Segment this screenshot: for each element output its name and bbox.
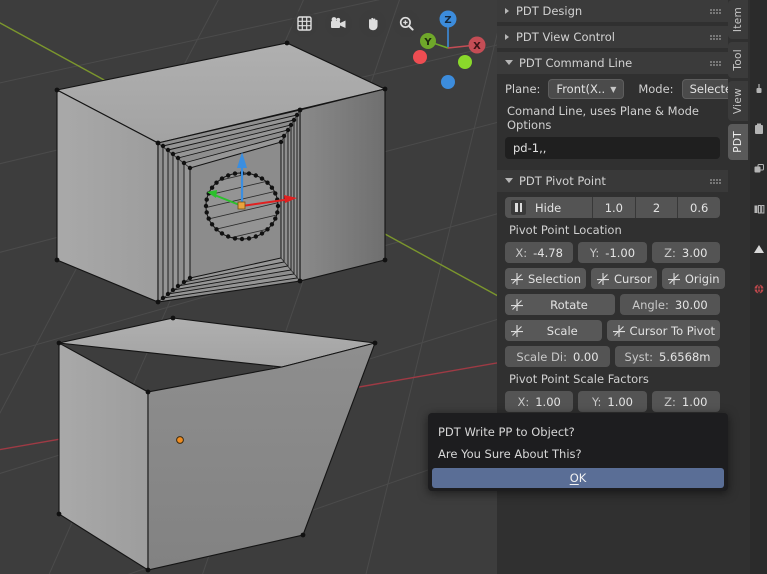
pause-icon xyxy=(511,200,526,215)
mesh-object-upper xyxy=(55,41,388,305)
pivot-loc-z-field[interactable]: Z: 3.00 xyxy=(652,242,720,263)
plane-dropdown[interactable]: Front(X.. ▼ xyxy=(548,79,624,99)
pivot-to-origin-button[interactable]: Origin xyxy=(662,268,725,289)
panel-pdt-view-control[interactable]: PDT View Control xyxy=(497,26,728,48)
nav-axis-neg-y xyxy=(458,55,472,69)
mode-label: Mode: xyxy=(638,82,673,96)
chevron-down-icon xyxy=(505,178,513,186)
sidebar-tab-tool[interactable]: Tool xyxy=(728,42,748,78)
sidebar-tab-item[interactable]: Item xyxy=(728,0,748,39)
ok-accel-letter: O xyxy=(570,471,579,485)
move-view-icon[interactable] xyxy=(359,10,386,37)
system-distance-field[interactable]: Syst: 5.6568m xyxy=(615,346,720,367)
pivot-crosshair-icon xyxy=(596,272,610,286)
pivot-hide-label: Hide xyxy=(535,201,561,215)
scale-distance-field[interactable]: Scale Di: 0.00 xyxy=(505,346,610,367)
navigation-gizmo[interactable]: Z Y X xyxy=(402,2,494,98)
sidebar-tab-pdt[interactable]: PDT xyxy=(728,124,748,160)
pivot-crosshair-icon xyxy=(612,324,626,338)
chevron-right-icon xyxy=(505,8,509,14)
pivot-scale-y-field[interactable]: Y: 1.00 xyxy=(578,391,646,412)
panel-title: PDT Command Line xyxy=(519,56,632,70)
command-line-value: pd-1,, xyxy=(513,141,546,155)
panel-grip-icon[interactable] xyxy=(710,35,721,40)
panel-pdt-pivot-point[interactable]: PDT Pivot Point xyxy=(497,170,728,192)
pivot-crosshair-icon xyxy=(510,272,524,286)
chevron-down-icon xyxy=(505,60,513,68)
pivot-scale-x-field[interactable]: X: 1.00 xyxy=(505,391,573,412)
pivot-width-field[interactable]: 2 xyxy=(636,197,679,218)
plane-label: Plane: xyxy=(505,82,540,96)
toggle-grid-icon[interactable] xyxy=(291,10,318,37)
nav-axis-neg-x xyxy=(413,50,427,64)
scene-icon[interactable] xyxy=(750,236,767,262)
mode-dropdown[interactable]: Selected ▼ xyxy=(682,79,728,99)
ok-rest-letter: K xyxy=(579,471,587,485)
nav-axis-y-label: Y xyxy=(423,37,432,48)
pivot-size-field[interactable]: 1.0 xyxy=(593,197,636,218)
mode-value: Selected xyxy=(690,82,728,96)
pivot-scale-factors-label: Pivot Point Scale Factors xyxy=(509,372,720,386)
sidebar-tab-strip[interactable]: Item Tool View PDT xyxy=(728,0,750,574)
dialog-title: PDT Write PP to Object? xyxy=(428,419,728,441)
plane-value: Front(X.. xyxy=(556,82,605,96)
command-line-input[interactable]: pd-1,, xyxy=(505,137,720,159)
panel-title: PDT Pivot Point xyxy=(519,174,606,188)
pivot-crosshair-icon xyxy=(510,324,524,338)
pivot-alpha-field[interactable]: 0.6 xyxy=(678,197,720,218)
pivot-angle-field[interactable]: Angle: 30.00 xyxy=(620,294,720,315)
pivot-hide-checkbox[interactable]: Hide xyxy=(505,197,593,218)
view-layer-icon[interactable] xyxy=(750,196,767,222)
pivot-scale-button[interactable]: Scale xyxy=(505,320,602,341)
chevron-right-icon xyxy=(505,34,509,40)
camera-view-icon[interactable] xyxy=(325,10,352,37)
viewport-gizmo-buttons[interactable] xyxy=(291,10,420,37)
command-line-body: Plane: Front(X.. ▼ Mode: Selected ▼ Coma… xyxy=(497,74,728,168)
render-icon[interactable] xyxy=(750,116,767,142)
pivot-loc-y-field[interactable]: Y: -1.00 xyxy=(578,242,646,263)
blender-window: Z Y X PDT Design PDT View Contro xyxy=(0,0,767,574)
confirm-dialog: PDT Write PP to Object? Are You Sure Abo… xyxy=(428,413,728,491)
panel-grip-icon[interactable] xyxy=(710,9,721,14)
tool-icon[interactable] xyxy=(750,76,767,102)
nav-axis-neg-z xyxy=(441,75,455,89)
pivot-rotate-button[interactable]: Rotate xyxy=(505,294,615,315)
nav-axis-z-label: Z xyxy=(444,15,451,26)
sidebar-tab-view[interactable]: View xyxy=(728,81,748,121)
pivot-loc-x-field[interactable]: X: -4.78 xyxy=(505,242,573,263)
ok-button[interactable]: OK xyxy=(432,468,724,488)
pivot-location-label: Pivot Point Location xyxy=(509,223,720,237)
nav-axis-x-label: X xyxy=(473,41,481,52)
world-icon[interactable] xyxy=(750,276,767,302)
pivot-point-body: Hide 1.0 2 0.6 Pivot Point Location X xyxy=(497,192,728,450)
pivot-to-cursor-button[interactable]: Cursor xyxy=(591,268,657,289)
panel-pdt-command-line[interactable]: PDT Command Line xyxy=(497,52,728,74)
pivot-hide-row[interactable]: Hide 1.0 2 0.6 xyxy=(505,197,720,218)
panel-grip-icon[interactable] xyxy=(710,61,721,66)
dialog-question: Are You Sure About This? xyxy=(428,441,728,463)
3d-viewport[interactable]: Z Y X xyxy=(0,0,497,574)
panel-grip-icon[interactable] xyxy=(710,179,721,184)
panel-pdt-design[interactable]: PDT Design xyxy=(497,0,728,22)
pivot-scale-z-field[interactable]: Z: 1.00 xyxy=(652,391,720,412)
properties-tab-strip[interactable] xyxy=(750,0,767,574)
panel-title: PDT View Control xyxy=(516,30,615,44)
pivot-crosshair-icon xyxy=(667,272,681,286)
output-icon[interactable] xyxy=(750,156,767,182)
command-line-hint: Comand Line, uses Plane & Mode Options xyxy=(507,104,720,132)
cursor-to-pivot-button[interactable]: Cursor To Pivot xyxy=(607,320,720,341)
pivot-crosshair-icon xyxy=(510,298,524,312)
pivot-to-selection-button[interactable]: Selection xyxy=(505,268,586,289)
panel-title: PDT Design xyxy=(516,4,582,18)
chevron-down-icon: ▼ xyxy=(610,85,616,94)
object-origin-dot xyxy=(177,437,184,444)
